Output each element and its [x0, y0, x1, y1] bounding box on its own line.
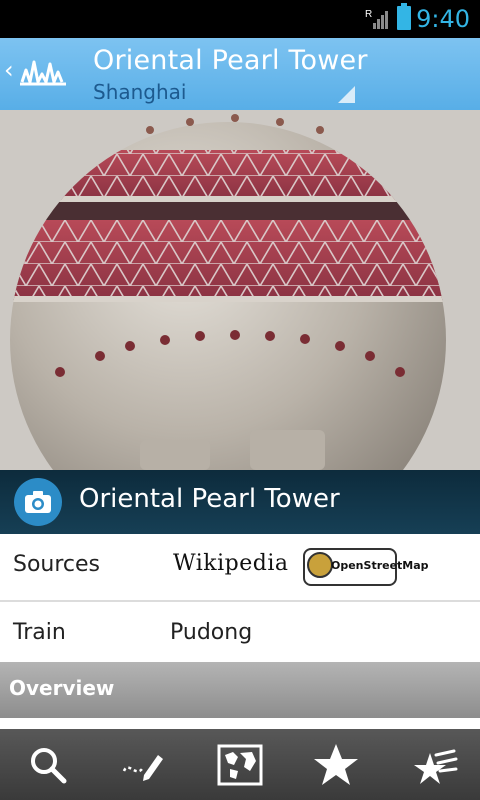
- battery-icon: [397, 3, 411, 30]
- magnifier-icon: [307, 552, 333, 578]
- chevron-left-icon[interactable]: ‹: [4, 56, 14, 84]
- signal-icon: R: [365, 9, 388, 29]
- status-bar: R 9:40: [0, 0, 480, 38]
- star-icon[interactable]: [312, 741, 360, 789]
- train-value[interactable]: Pudong: [170, 620, 252, 645]
- wikipedia-logo[interactable]: Wikipedia: [173, 551, 288, 576]
- overview-label: Overview: [9, 676, 115, 700]
- dropdown-corner-icon[interactable]: [338, 86, 355, 103]
- status-time: 9:40: [416, 5, 470, 33]
- sources-row: Sources Wikipedia OpenStreetMap: [0, 534, 480, 602]
- openstreetmap-logo[interactable]: OpenStreetMap: [303, 548, 429, 586]
- photo-caption-bar: Oriental Pearl Tower: [0, 470, 480, 534]
- map-icon[interactable]: [216, 741, 264, 789]
- osm-label: OpenStreetMap: [331, 559, 429, 572]
- camera-icon[interactable]: [14, 478, 62, 526]
- favorites-icon[interactable]: [410, 741, 458, 789]
- svg-text:R: R: [365, 9, 372, 20]
- page-title: Oriental Pearl Tower: [93, 45, 368, 76]
- train-row: Train Pudong: [0, 602, 480, 670]
- edit-route-icon[interactable]: [118, 741, 166, 789]
- city-skyline-icon[interactable]: [18, 54, 70, 94]
- caption-title: Oriental Pearl Tower: [79, 484, 340, 514]
- app-header: ‹ Oriental Pearl Tower Shanghai: [0, 38, 480, 110]
- overview-section-header: Overview: [0, 662, 480, 718]
- bottom-nav-bar: [0, 729, 480, 800]
- sources-label: Sources: [13, 552, 101, 577]
- tower-sphere-image: [0, 110, 480, 470]
- train-label: Train: [13, 620, 66, 645]
- search-icon[interactable]: [24, 741, 72, 789]
- place-photo[interactable]: [0, 110, 480, 470]
- page-subtitle[interactable]: Shanghai: [93, 80, 187, 104]
